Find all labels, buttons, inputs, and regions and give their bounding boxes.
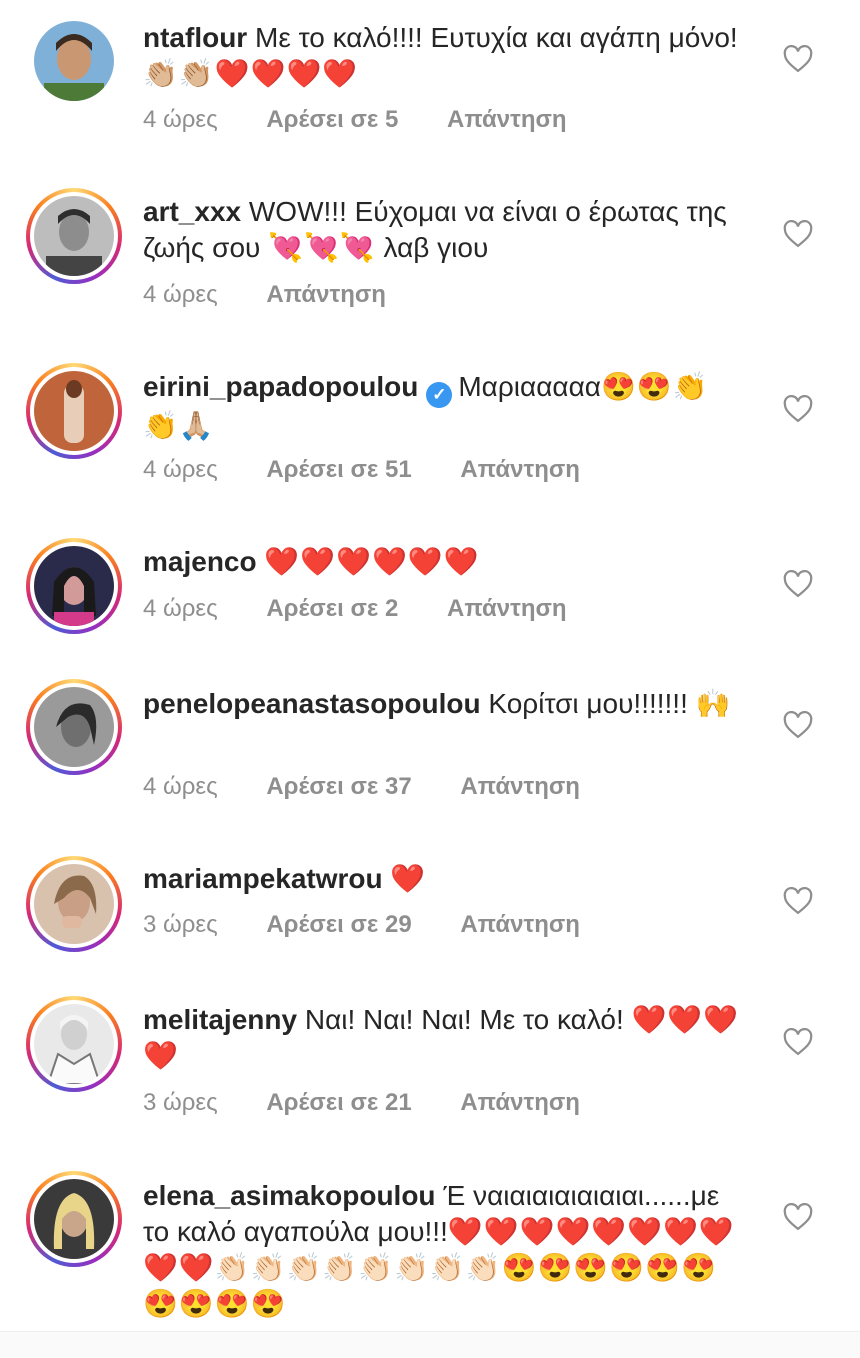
comment-username[interactable]: eirini_papadopoulou [143, 371, 418, 402]
bottom-bar [0, 1331, 860, 1358]
comment-username[interactable]: majenco [143, 546, 257, 577]
comment-time[interactable]: 4 ώρες [143, 454, 218, 486]
reply-button[interactable]: Απάντηση [460, 909, 580, 941]
comment-text-after: λαβ γιου [375, 232, 489, 263]
heart-outline-icon[interactable] [783, 220, 813, 248]
comment-emojis: ❤️❤️❤️❤️❤️❤️ [264, 546, 480, 577]
heart-outline-icon[interactable] [783, 1203, 813, 1231]
heart-outline-icon[interactable] [783, 45, 813, 73]
heart-outline-icon[interactable] [783, 1028, 813, 1056]
comment-time[interactable]: 4 ώρες [143, 279, 218, 311]
comment-emojis: 💘💘💘 [268, 232, 376, 263]
comment-username[interactable]: melitajenny [143, 1004, 297, 1035]
reply-button[interactable]: Απάντηση [460, 771, 580, 803]
comment-time[interactable]: 3 ώρες [143, 1087, 218, 1119]
avatar[interactable] [26, 856, 122, 952]
heart-outline-icon[interactable] [783, 570, 813, 598]
likes-count[interactable]: Αρέσει σε 37 [266, 771, 411, 803]
comment-time[interactable]: 3 ώρες [143, 909, 218, 941]
reply-button[interactable]: Απάντηση [447, 593, 567, 625]
avatar[interactable] [26, 13, 122, 109]
comment-text: Με το καλό!!!! Ευτυχία και αγάπη μόνο! [255, 22, 738, 53]
heart-outline-icon[interactable] [783, 887, 813, 915]
comment-text: Ναι! Ναι! Ναι! Με το καλό! [304, 1004, 624, 1035]
avatar[interactable] [26, 679, 122, 775]
avatar[interactable] [26, 363, 122, 459]
likes-count[interactable]: Αρέσει σε 21 [266, 1087, 411, 1119]
verified-badge-icon: ✓ [426, 382, 453, 408]
comment-username[interactable]: penelopeanastasopoulou [143, 688, 481, 719]
comment-username[interactable]: mariampekatwrou [143, 863, 383, 894]
likes-count[interactable]: Αρέσει σε 5 [266, 104, 398, 136]
heart-outline-icon[interactable] [783, 395, 813, 423]
likes-count[interactable]: Αρέσει σε 2 [266, 593, 398, 625]
avatar[interactable] [26, 996, 122, 1092]
likes-count[interactable]: Αρέσει σε 29 [266, 909, 411, 941]
avatar[interactable] [26, 538, 122, 634]
reply-button[interactable]: Απάντηση [447, 104, 567, 136]
comment-time[interactable]: 4 ώρες [143, 771, 218, 803]
likes-count[interactable]: Αρέσει σε 51 [266, 454, 411, 486]
comment-emojis: 🙌 [695, 688, 732, 719]
comment-text: Μαριααααα [458, 371, 601, 402]
heart-outline-icon[interactable] [783, 711, 813, 739]
comment-username[interactable]: ntaflour [143, 22, 247, 53]
reply-button[interactable]: Απάντηση [460, 454, 580, 486]
comment-username[interactable]: elena_asimakopoulou [143, 1180, 436, 1211]
comment-username[interactable]: art_xxx [143, 196, 241, 227]
avatar[interactable] [26, 188, 122, 284]
comment-time[interactable]: 4 ώρες [143, 593, 218, 625]
reply-button[interactable]: Απάντηση [460, 1087, 580, 1119]
comment-text: Κορίτσι μου!!!!!!! [488, 688, 688, 719]
reply-button[interactable]: Απάντηση [266, 279, 386, 311]
comment-emojis: 👏🏼👏🏼❤️❤️❤️❤️ [143, 58, 359, 89]
comment-time[interactable]: 4 ώρες [143, 104, 218, 136]
comment-emojis: ❤️ [390, 863, 427, 894]
avatar[interactable] [26, 1171, 122, 1267]
